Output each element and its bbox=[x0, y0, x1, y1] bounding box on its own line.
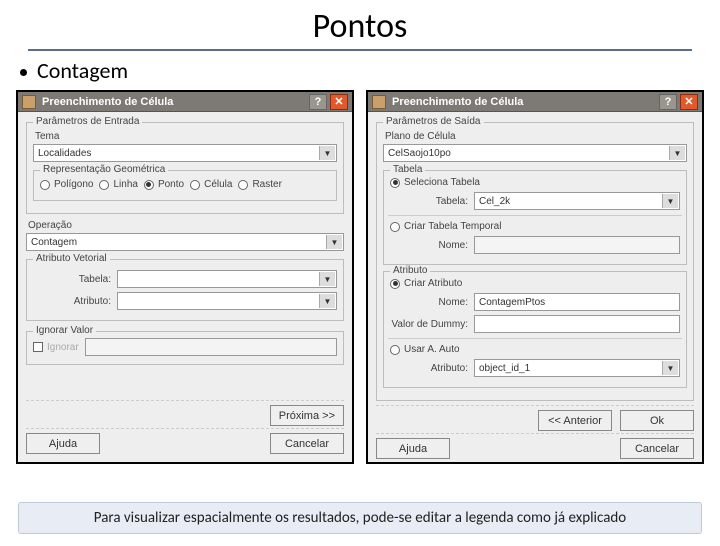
radio-celula[interactable]: Célula bbox=[190, 179, 232, 190]
tabela-sel-value: Cel_2k bbox=[479, 196, 510, 207]
app-icon bbox=[372, 95, 386, 109]
cancel-button[interactable]: Cancelar bbox=[620, 438, 694, 459]
dialog-right-body: Parâmetros de Saída Plano de Célula CelS… bbox=[368, 112, 702, 462]
close-icon[interactable]: ✕ bbox=[680, 94, 698, 110]
nome-tabela-label: Nome: bbox=[390, 240, 468, 251]
chevron-down-icon[interactable]: ▼ bbox=[662, 194, 678, 208]
close-icon[interactable]: ✕ bbox=[330, 94, 348, 110]
titlebar-left-title: Preenchimento de Célula bbox=[42, 96, 306, 108]
dummy-input[interactable] bbox=[474, 315, 680, 333]
radio-linha[interactable]: Linha bbox=[99, 179, 137, 190]
nome-atrib-input[interactable]: ContagemPtos bbox=[474, 293, 680, 311]
ignorar-input[interactable] bbox=[85, 338, 337, 356]
dummy-label: Valor de Dummy: bbox=[390, 319, 468, 330]
atrib-sel-combo[interactable]: object_id_1 ▼ bbox=[474, 359, 680, 377]
next-button[interactable]: Próxima >> bbox=[270, 405, 344, 426]
wizard-row-right: << Anterior Ok bbox=[376, 405, 694, 433]
chevron-down-icon[interactable]: ▼ bbox=[319, 294, 335, 308]
ok-button[interactable]: Ok bbox=[620, 410, 694, 431]
chevron-down-icon[interactable]: ▼ bbox=[319, 146, 335, 160]
group-atributo-title: Atributo bbox=[390, 265, 430, 276]
help-button[interactable]: Ajuda bbox=[26, 433, 100, 454]
group-atrib-title: Atributo Vetorial bbox=[33, 253, 110, 264]
plano-combo[interactable]: CelSaojo10po ▼ bbox=[383, 144, 687, 162]
operacao-value: Contagem bbox=[31, 237, 77, 248]
bullet-text: Contagem bbox=[37, 57, 128, 84]
cancel-button[interactable]: Cancelar bbox=[270, 433, 344, 454]
chevron-down-icon[interactable]: ▼ bbox=[669, 146, 685, 160]
app-icon bbox=[22, 95, 36, 109]
group-rep: Representação Geométrica Polígono Linha … bbox=[33, 170, 337, 201]
atributo-combo[interactable]: ▼ bbox=[117, 292, 337, 310]
tema-label: Tema bbox=[35, 131, 337, 142]
footer-left: Ajuda Cancelar bbox=[26, 428, 344, 456]
radio-usar-auto[interactable]: Usar A. Auto bbox=[390, 344, 680, 355]
nome-atrib-label: Nome: bbox=[390, 297, 468, 308]
help-icon[interactable]: ? bbox=[309, 94, 327, 110]
footer-right: Ajuda Cancelar bbox=[376, 433, 694, 461]
plano-label: Plano de Célula bbox=[385, 131, 687, 142]
rep-radio-row: Polígono Linha Ponto Célula Raster bbox=[40, 177, 330, 192]
nome-tabela-input[interactable] bbox=[474, 236, 680, 254]
dialog-left: Preenchimento de Célula ? ✕ Parâmetros d… bbox=[16, 90, 354, 464]
help-icon[interactable]: ? bbox=[659, 94, 677, 110]
group-saida-title: Parâmetros de Saída bbox=[383, 116, 484, 127]
tabela-sel-combo[interactable]: Cel_2k ▼ bbox=[474, 192, 680, 210]
atrib-sel-label: Atributo: bbox=[390, 363, 468, 374]
tabela-label: Tabela: bbox=[33, 274, 111, 285]
atrib-sel-value: object_id_1 bbox=[479, 363, 530, 374]
operacao-combo[interactable]: Contagem ▼ bbox=[26, 233, 344, 251]
slide-title: Pontos bbox=[0, 6, 720, 47]
tema-value: Localidades bbox=[38, 148, 91, 159]
dialog-left-body: Parâmetros de Entrada Tema Localidades ▼… bbox=[18, 112, 352, 462]
group-entrada: Parâmetros de Entrada Tema Localidades ▼… bbox=[26, 122, 344, 214]
group-ignorar: Ignorar Valor Ignorar bbox=[26, 331, 344, 365]
radio-raster[interactable]: Raster bbox=[238, 179, 281, 190]
titlebar-left[interactable]: Preenchimento de Célula ? ✕ bbox=[18, 92, 352, 112]
group-saida: Parâmetros de Saída Plano de Célula CelS… bbox=[376, 122, 694, 401]
tabela-combo[interactable]: ▼ bbox=[117, 270, 337, 288]
tabela-row-label: Tabela: bbox=[390, 196, 468, 207]
dialog-right: Preenchimento de Célula ? ✕ Parâmetros d… bbox=[366, 90, 704, 464]
chevron-down-icon[interactable]: ▼ bbox=[326, 235, 342, 249]
group-ignorar-title: Ignorar Valor bbox=[33, 325, 96, 336]
titlebar-right[interactable]: Preenchimento de Célula ? ✕ bbox=[368, 92, 702, 112]
tema-combo[interactable]: Localidades ▼ bbox=[33, 144, 337, 162]
title-rule bbox=[28, 49, 692, 51]
check-ignorar[interactable]: Ignorar bbox=[33, 342, 79, 353]
group-tabela-title: Tabela bbox=[390, 164, 425, 175]
chevron-down-icon[interactable]: ▼ bbox=[319, 272, 335, 286]
plano-value: CelSaojo10po bbox=[388, 148, 451, 159]
operacao-label: Operação bbox=[28, 220, 344, 231]
group-entrada-title: Parâmetros de Entrada bbox=[33, 116, 142, 127]
bullet-item: Contagem bbox=[20, 57, 720, 84]
group-atributo: Atributo Criar Atributo Nome: ContagemPt… bbox=[383, 271, 687, 388]
group-atrib-vet: Atributo Vetorial Tabela: ▼ Atributo: ▼ bbox=[26, 259, 344, 321]
radio-criar-atrib[interactable]: Criar Atributo bbox=[390, 278, 680, 289]
group-tabela: Tabela Seleciona Tabela Tabela: Cel_2k ▼… bbox=[383, 170, 687, 265]
radio-sel-tabela[interactable]: Seleciona Tabela bbox=[390, 177, 680, 188]
wizard-row-left: Próxima >> bbox=[26, 400, 344, 428]
help-button[interactable]: Ajuda bbox=[376, 438, 450, 459]
radio-criar-tabela[interactable]: Criar Tabela Temporal bbox=[390, 221, 680, 232]
footnote: Para visualizar espacialmente os resulta… bbox=[18, 502, 702, 534]
prev-button[interactable]: << Anterior bbox=[538, 410, 612, 431]
titlebar-right-title: Preenchimento de Célula bbox=[392, 96, 656, 108]
radio-ponto[interactable]: Ponto bbox=[144, 179, 184, 190]
bullet-dot-icon bbox=[20, 69, 27, 76]
atributo-label: Atributo: bbox=[33, 296, 111, 307]
group-rep-title: Representação Geométrica bbox=[40, 164, 168, 175]
radio-poligono[interactable]: Polígono bbox=[40, 179, 93, 190]
chevron-down-icon[interactable]: ▼ bbox=[662, 361, 678, 375]
